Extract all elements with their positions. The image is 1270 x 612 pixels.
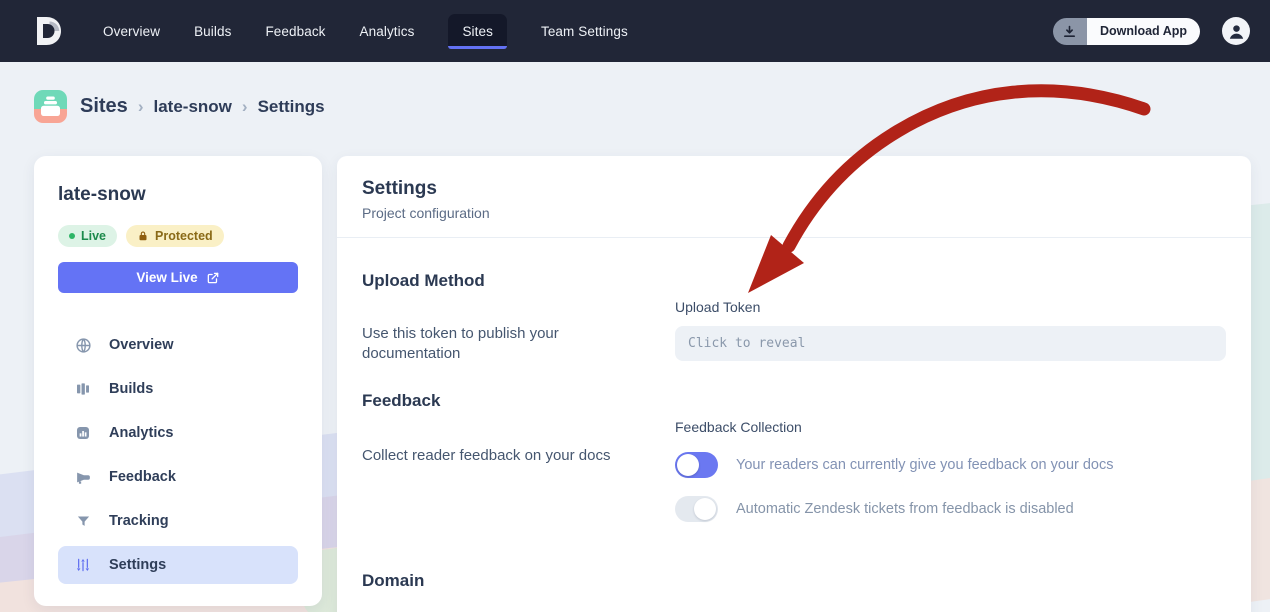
live-dot-icon bbox=[69, 233, 75, 239]
feedback-collection-label: Feedback Collection bbox=[675, 418, 1226, 436]
sidebar-item-label: Analytics bbox=[109, 425, 173, 441]
settings-body: Upload Method Use this token to publish … bbox=[337, 238, 1251, 592]
feedback-section: Feedback Collect reader feedback on your… bbox=[362, 390, 1226, 522]
nav-feedback[interactable]: Feedback bbox=[265, 14, 325, 49]
app-logo[interactable] bbox=[30, 13, 66, 49]
sidebar-item-label: Overview bbox=[109, 337, 174, 353]
feedback-toggle-text: Your readers can currently give you feed… bbox=[736, 457, 1114, 473]
bar-chart-icon bbox=[74, 424, 92, 442]
view-live-label: View Live bbox=[136, 270, 197, 285]
settings-panel: Settings Project configuration Upload Me… bbox=[337, 156, 1251, 612]
nav-team-settings[interactable]: Team Settings bbox=[541, 14, 628, 49]
upload-token-value: Click to reveal bbox=[688, 336, 805, 351]
globe-icon bbox=[74, 336, 92, 354]
upload-method-description: Use this token to publish your documenta… bbox=[362, 324, 594, 364]
megaphone-icon bbox=[74, 468, 92, 486]
status-badges: Live Protected bbox=[58, 225, 298, 247]
page-title: Settings bbox=[362, 178, 1226, 200]
external-link-icon bbox=[206, 271, 220, 285]
primary-nav: Overview Builds Feedback Analytics Sites… bbox=[103, 14, 628, 49]
upload-method-section: Upload Method Use this token to publish … bbox=[362, 270, 1226, 364]
lock-icon bbox=[137, 230, 149, 242]
breadcrumb-project[interactable]: late-snow bbox=[153, 97, 231, 117]
download-app-button[interactable]: Download App bbox=[1053, 18, 1200, 45]
sidebar-item-overview[interactable]: Overview bbox=[58, 326, 298, 364]
sidebar-item-label: Settings bbox=[109, 557, 166, 573]
upload-method-left: Upload Method Use this token to publish … bbox=[362, 270, 675, 364]
sidebar-item-tracking[interactable]: Tracking bbox=[58, 502, 298, 540]
breadcrumb-sites[interactable]: Sites bbox=[80, 95, 128, 118]
page-subtitle: Project configuration bbox=[362, 205, 1226, 221]
top-navbar: Overview Builds Feedback Analytics Sites… bbox=[0, 0, 1270, 62]
sidebar-item-feedback[interactable]: Feedback bbox=[58, 458, 298, 496]
sidebar-item-analytics[interactable]: Analytics bbox=[58, 414, 298, 452]
zendesk-tickets-toggle[interactable] bbox=[675, 496, 718, 522]
domain-section: Domain bbox=[362, 570, 1226, 592]
columns-icon bbox=[74, 380, 92, 398]
view-live-button[interactable]: View Live bbox=[58, 262, 298, 293]
download-icon bbox=[1053, 18, 1087, 45]
nav-sites[interactable]: Sites bbox=[448, 14, 507, 49]
user-avatar-button[interactable] bbox=[1222, 17, 1250, 45]
sidebar-item-label: Feedback bbox=[109, 469, 176, 485]
feedback-right: Feedback Collection Your readers can cur… bbox=[675, 390, 1226, 522]
funnel-icon bbox=[74, 512, 92, 530]
sidebar-menu: Overview Builds Analytics bbox=[58, 326, 298, 584]
upload-method-right: Upload Token Click to reveal bbox=[675, 270, 1226, 364]
upload-method-heading: Upload Method bbox=[362, 270, 675, 292]
breadcrumb-separator: › bbox=[138, 97, 144, 117]
sidebar-item-builds[interactable]: Builds bbox=[58, 370, 298, 408]
sites-app-icon bbox=[34, 90, 67, 123]
sidebar-item-label: Builds bbox=[109, 381, 153, 397]
feedback-heading: Feedback bbox=[362, 390, 675, 412]
settings-header: Settings Project configuration bbox=[337, 156, 1251, 238]
sidebar-item-label: Tracking bbox=[109, 513, 169, 529]
project-sidebar-card: late-snow Live Protected View Live bbox=[34, 156, 322, 606]
live-badge-label: Live bbox=[81, 229, 106, 243]
toggle-knob bbox=[694, 498, 716, 520]
nav-overview[interactable]: Overview bbox=[103, 14, 160, 49]
upload-token-field[interactable]: Click to reveal bbox=[675, 326, 1226, 361]
toggle-knob bbox=[677, 454, 699, 476]
sidebar-item-settings[interactable]: Settings bbox=[58, 546, 298, 584]
zendesk-toggle-text: Automatic Zendesk tickets from feedback … bbox=[736, 501, 1074, 517]
domain-heading: Domain bbox=[362, 570, 1226, 592]
breadcrumb-page: Settings bbox=[258, 97, 325, 117]
brand-d-icon bbox=[30, 13, 66, 49]
nav-analytics[interactable]: Analytics bbox=[360, 14, 415, 49]
breadcrumb-separator: › bbox=[242, 97, 248, 117]
breadcrumb: Sites › late-snow › Settings bbox=[34, 90, 325, 123]
sliders-icon bbox=[74, 556, 92, 574]
zendesk-toggle-row: Automatic Zendesk tickets from feedback … bbox=[675, 496, 1226, 522]
feedback-toggle-row: Your readers can currently give you feed… bbox=[675, 452, 1226, 478]
nav-builds[interactable]: Builds bbox=[194, 14, 231, 49]
project-title: late-snow bbox=[58, 184, 298, 206]
protected-badge-label: Protected bbox=[155, 229, 213, 243]
person-icon bbox=[1227, 22, 1246, 41]
download-app-label: Download App bbox=[1087, 18, 1200, 45]
feedback-left: Feedback Collect reader feedback on your… bbox=[362, 390, 675, 522]
feedback-collection-toggle[interactable] bbox=[675, 452, 718, 478]
live-status-badge: Live bbox=[58, 225, 117, 247]
protected-status-badge: Protected bbox=[126, 225, 224, 247]
stack-icon bbox=[34, 90, 67, 123]
app-root: Overview Builds Feedback Analytics Sites… bbox=[0, 0, 1270, 612]
upload-token-label: Upload Token bbox=[675, 298, 1226, 316]
feedback-description: Collect reader feedback on your docs bbox=[362, 446, 642, 466]
